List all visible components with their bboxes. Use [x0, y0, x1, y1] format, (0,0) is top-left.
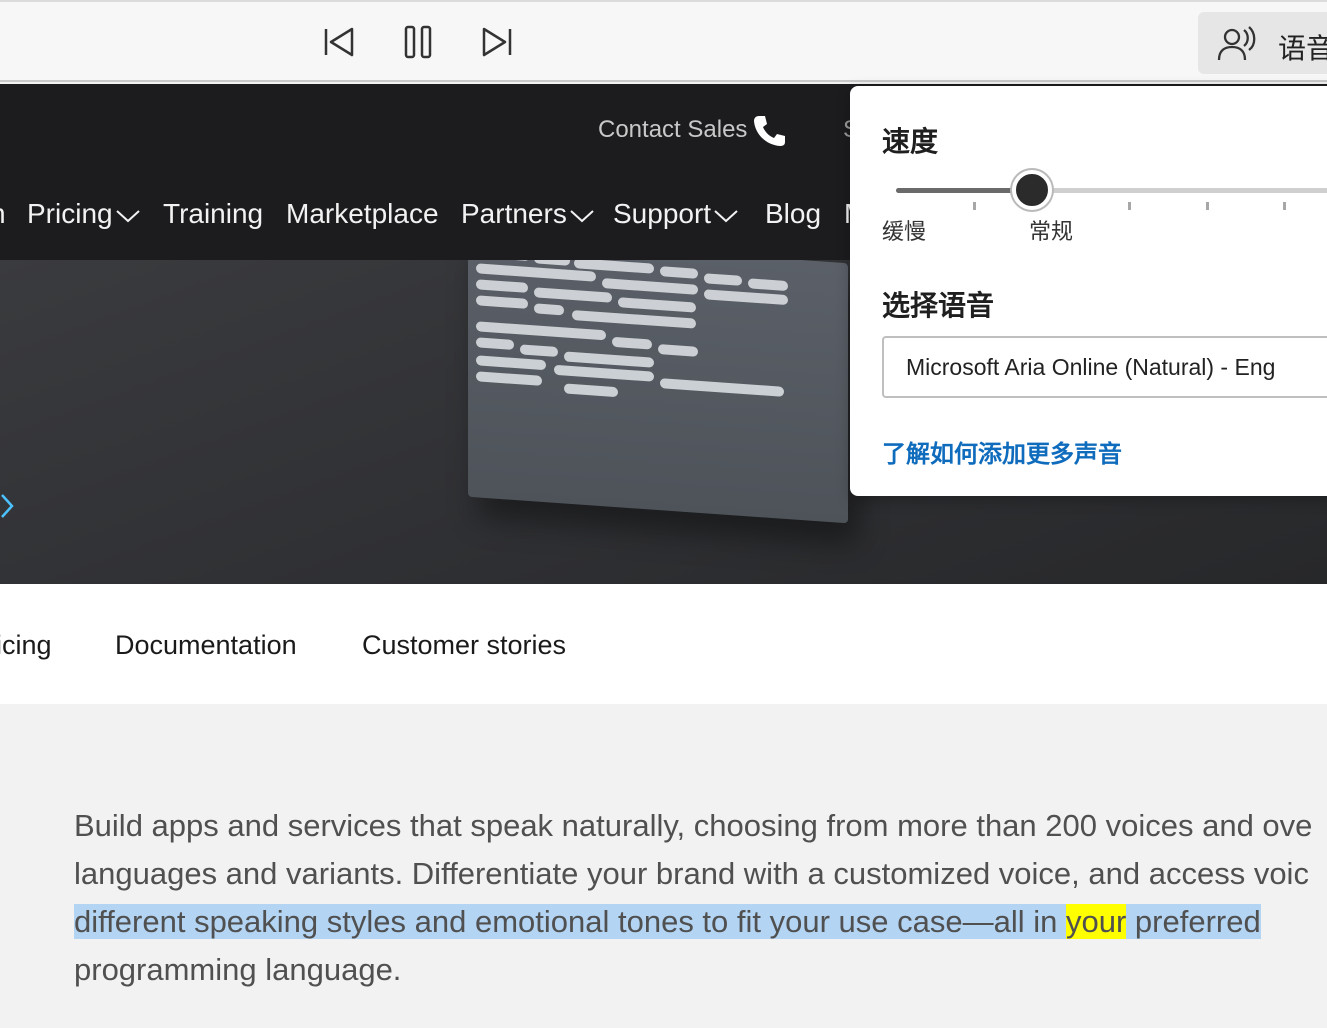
nav-item-marketplace[interactable]: Marketplace	[286, 198, 439, 230]
nav-item-support[interactable]: Support	[613, 198, 739, 230]
nav-label: Partners	[461, 198, 567, 229]
voice-select-value: Microsoft Aria Online (Natural) - Eng	[906, 354, 1276, 380]
nav-item-partial[interactable]: n	[0, 198, 6, 230]
choose-voice-heading: 选择语音	[882, 289, 995, 322]
speed-label-slow: 缓慢	[882, 220, 927, 245]
slider-tick	[973, 202, 976, 210]
pause-icon	[404, 25, 432, 59]
slider-tick	[1128, 202, 1131, 210]
nav-label: Marketplace	[286, 198, 439, 229]
read-aloud-toolbar: 语音	[0, 0, 1327, 82]
slider-tick	[1206, 202, 1209, 210]
paragraph-line-reading: different speaking styles and emotional …	[74, 904, 1261, 940]
voice-options-button[interactable]: 语音	[1198, 12, 1327, 74]
paragraph-line: programming language.	[74, 952, 402, 987]
phone-icon[interactable]	[752, 114, 788, 148]
nav-label: n	[0, 198, 6, 229]
speed-slider-thumb[interactable]	[1012, 170, 1052, 210]
speed-heading: 速度	[882, 125, 939, 158]
product-subnav: icing Documentation Customer stories	[0, 584, 1327, 704]
subnav-item-documentation[interactable]: Documentation	[115, 630, 297, 661]
subnav-item-pricing[interactable]: icing	[0, 630, 52, 661]
pause-button[interactable]	[398, 22, 438, 62]
nav-label: Support	[613, 198, 712, 229]
nav-label: Training	[163, 198, 264, 229]
speed-label-normal: 常规	[1029, 220, 1074, 245]
code-illustration	[468, 260, 848, 524]
nav-label: Blog	[765, 198, 822, 229]
chevron-down-icon	[714, 209, 738, 222]
nav-item-pricing[interactable]: Pricing	[27, 198, 141, 230]
voice-options-label: 语音	[1278, 32, 1327, 65]
slider-tick	[1283, 202, 1286, 210]
skip-next-icon	[482, 27, 512, 57]
voice-options-popup: 速度 缓慢 常规 选择语音 Microsoft Aria Online (Nat…	[850, 86, 1327, 496]
voice-options-icon	[1217, 26, 1256, 61]
product-description: Build apps and services that speak natur…	[0, 704, 1327, 1028]
nav-item-training[interactable]: Training	[163, 198, 263, 230]
previous-paragraph-button[interactable]	[318, 22, 358, 62]
paragraph-line: languages and variants. Differentiate yo…	[74, 856, 1309, 891]
add-more-voices-link[interactable]: 了解如何添加更多声音	[882, 434, 1122, 469]
chevron-down-icon	[570, 209, 594, 222]
contact-sales-link[interactable]: Contact Sales	[598, 116, 747, 144]
next-paragraph-button[interactable]	[478, 22, 518, 62]
subnav-item-customer-stories[interactable]: Customer stories	[362, 630, 566, 661]
nav-item-blog[interactable]: Blog	[765, 198, 821, 230]
nav-item-partners[interactable]: Partners	[461, 198, 595, 230]
chevron-down-icon	[115, 209, 140, 222]
skip-previous-icon	[324, 27, 354, 57]
nav-label: Pricing	[27, 198, 113, 229]
reading-sentence-highlight: preferred	[1126, 904, 1261, 939]
reading-sentence-highlight: different speaking styles and emotional …	[74, 904, 1066, 939]
chevron-right-icon[interactable]	[0, 492, 16, 520]
current-word-highlight: your	[1066, 904, 1127, 939]
voice-select[interactable]: Microsoft Aria Online (Natural) - Eng	[882, 336, 1327, 398]
paragraph-line: Build apps and services that speak natur…	[74, 808, 1313, 843]
